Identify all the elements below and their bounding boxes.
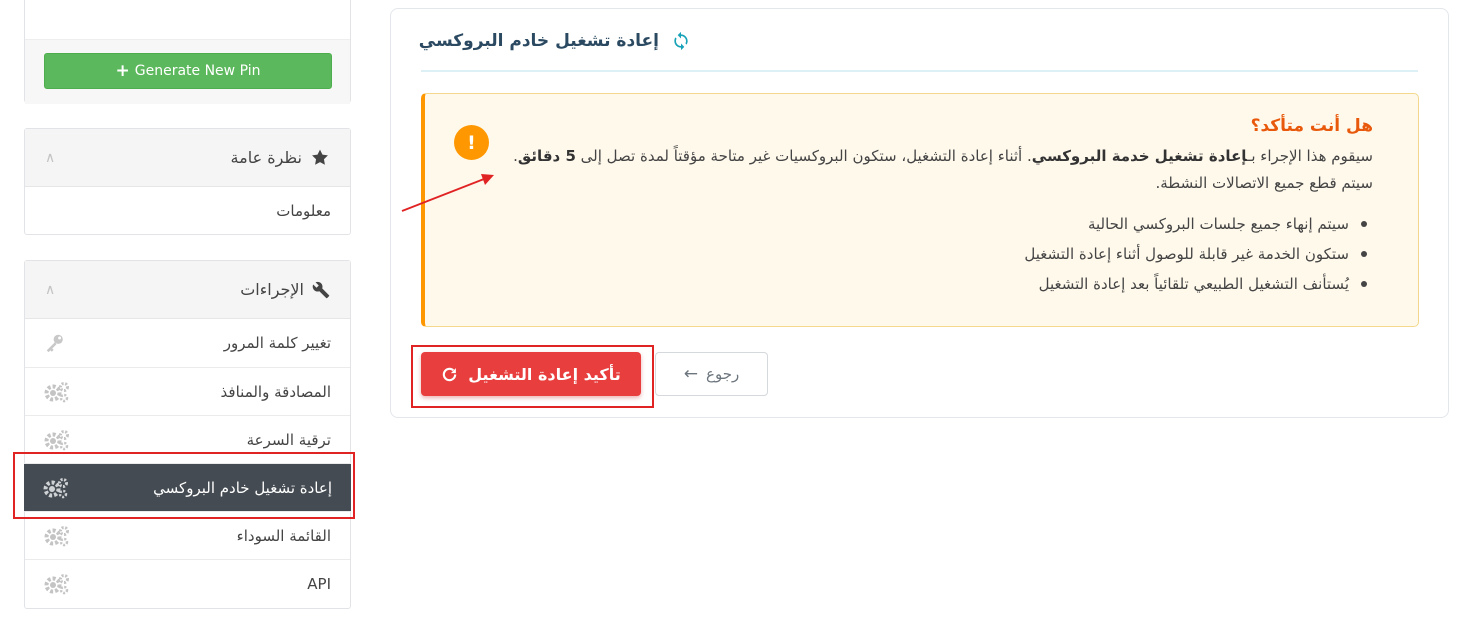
annotation-arrow [401,174,494,212]
